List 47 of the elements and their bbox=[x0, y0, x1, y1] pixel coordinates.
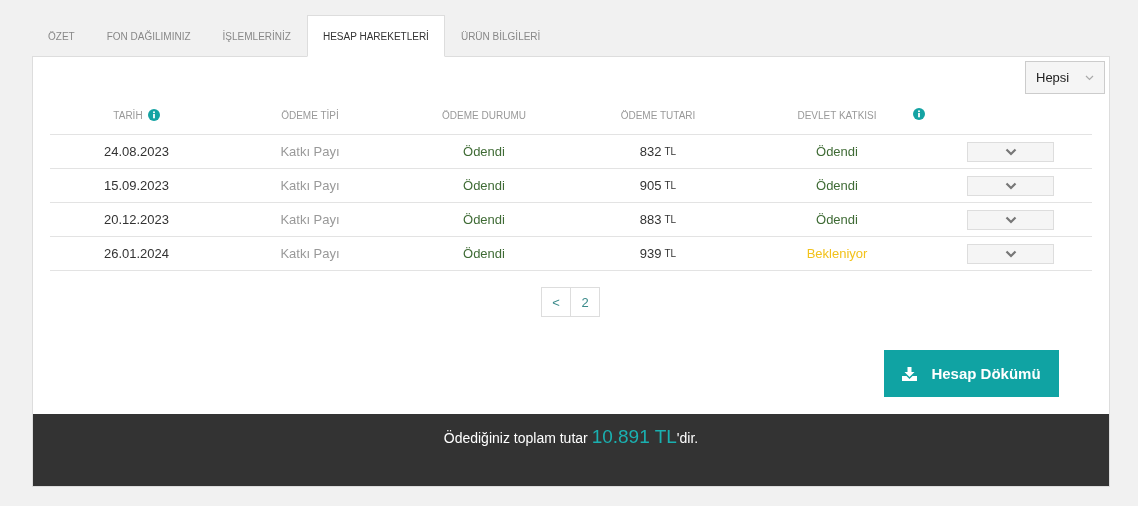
table-cell-text: 905 TL bbox=[638, 177, 678, 195]
table-cell-text: 883 TL bbox=[638, 211, 678, 229]
expand-button[interactable] bbox=[967, 243, 1054, 264]
column-header: DEVLET KATKISI bbox=[797, 109, 877, 121]
table-cell-text: Katkı Payı bbox=[279, 177, 341, 195]
column-header: TARİH bbox=[113, 109, 143, 121]
table-cell-text: 20.12.2023 bbox=[102, 211, 171, 229]
column-header: ÖDEME TUTARI bbox=[620, 109, 696, 121]
total-sentence: Ödediğiniz toplam tutar 10.891 TL'dir. bbox=[443, 426, 699, 449]
table-cell-text: 939 TL bbox=[638, 245, 678, 263]
table-cell-text: Ödendi bbox=[815, 211, 859, 229]
column-header: ÖDEME TİPİ bbox=[281, 109, 339, 121]
tab[interactable]: ÖZET bbox=[32, 15, 91, 57]
page-button[interactable]: < bbox=[541, 287, 571, 317]
tab[interactable]: ÜRÜN BİLGİLERİ bbox=[444, 15, 557, 57]
download-icon bbox=[902, 366, 918, 381]
table-cell-text: Katkı Payı bbox=[279, 245, 341, 263]
tab[interactable]: FON DAĞILIMINIZ bbox=[90, 15, 207, 57]
chevron-icon bbox=[1004, 147, 1017, 156]
download-button[interactable]: Hesap Dökümü bbox=[884, 350, 1059, 397]
tab[interactable]: HESAP HAREKETLERİ bbox=[306, 15, 445, 57]
expand-button[interactable] bbox=[967, 175, 1054, 196]
table-cell-text: 24.08.2023 bbox=[102, 143, 171, 161]
table-cell-text: 26.01.2024 bbox=[102, 245, 171, 263]
info-icon[interactable] bbox=[913, 108, 925, 120]
table-cell-text: Ödendi bbox=[462, 177, 506, 195]
expand-button[interactable] bbox=[967, 209, 1054, 230]
table-cell-text: Ödendi bbox=[815, 143, 859, 161]
filter-dropdown[interactable]: Hepsi bbox=[1025, 61, 1105, 94]
table-cell-text: Ödendi bbox=[462, 211, 506, 229]
table-cell-text: Katkı Payı bbox=[279, 211, 341, 229]
column-header: ÖDEME DURUMU bbox=[442, 109, 526, 121]
table-cell-text: Ödendi bbox=[462, 245, 506, 263]
info-icon[interactable] bbox=[147, 109, 160, 121]
table-cell-text: Ödendi bbox=[462, 143, 506, 161]
expand-button[interactable] bbox=[967, 141, 1054, 162]
table-cell-text: 15.09.2023 bbox=[102, 177, 171, 195]
table-cell-text: Katkı Payı bbox=[279, 143, 341, 161]
caret-icon bbox=[1085, 74, 1094, 81]
page-button[interactable]: 2 bbox=[570, 287, 600, 317]
table-cell-text: Bekleniyor bbox=[805, 245, 869, 263]
chevron-icon bbox=[1004, 181, 1017, 190]
table-cell-text: 832 TL bbox=[638, 143, 678, 161]
chevron-icon bbox=[1004, 249, 1017, 258]
tab[interactable]: İŞLEMLERİNİZ bbox=[206, 15, 307, 57]
table-cell-text: Ödendi bbox=[815, 177, 859, 195]
chevron-icon bbox=[1004, 215, 1017, 224]
